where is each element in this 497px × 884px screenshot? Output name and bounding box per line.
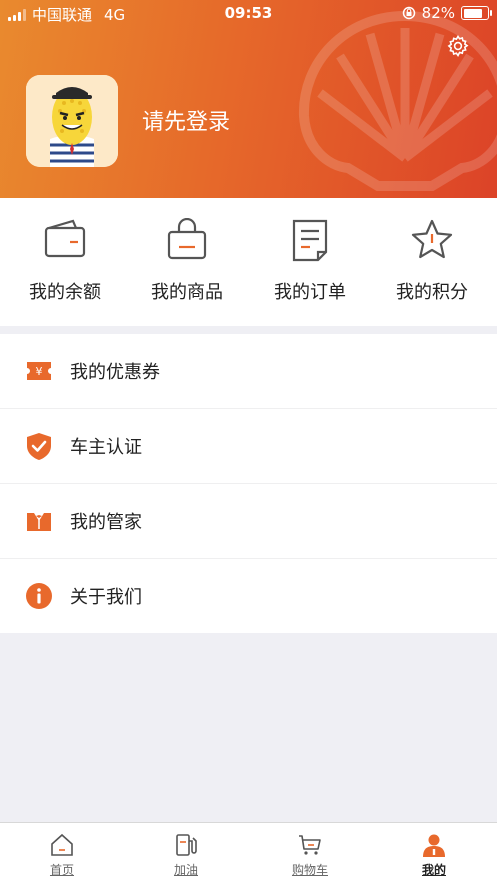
- quick-action-label: 我的余额: [29, 282, 101, 303]
- battery-icon: [461, 6, 492, 20]
- info-icon: [26, 583, 52, 609]
- mascot-avatar-image: [26, 75, 118, 167]
- star-icon: [411, 219, 453, 259]
- menu-item-label: 关于我们: [70, 587, 142, 608]
- menu-item-label: 车主认证: [70, 437, 142, 458]
- tab-label: 购物车: [291, 863, 328, 877]
- coupon-icon: ¥: [27, 362, 51, 380]
- menu-item-butler[interactable]: 我的管家: [0, 484, 497, 559]
- profile-icon: [423, 834, 445, 857]
- quick-action-orders[interactable]: 我的订单: [248, 198, 372, 326]
- butler-icon: [27, 513, 51, 531]
- home-icon: [51, 833, 73, 856]
- gear-icon[interactable]: [446, 34, 470, 58]
- tab-profile[interactable]: 我的: [372, 823, 496, 884]
- tab-fuel[interactable]: 加油: [124, 823, 248, 884]
- cart-icon: [299, 835, 321, 855]
- quick-action-label: 我的商品: [151, 282, 223, 303]
- tab-cart[interactable]: 购物车: [248, 823, 372, 884]
- tab-bar: 首页 加油 购物车 我的: [0, 822, 497, 884]
- menu-item-coupons[interactable]: ¥ 我的优惠券: [0, 334, 497, 409]
- profile-header: 中国联通 4G 09:53 82% 请先登录: [0, 0, 497, 198]
- quick-action-points[interactable]: 我的积分: [370, 198, 494, 326]
- quick-action-balance[interactable]: 我的余额: [3, 198, 127, 326]
- tab-home[interactable]: 首页: [0, 823, 124, 884]
- quick-action-label: 我的订单: [274, 282, 346, 303]
- tab-label: 我的: [421, 863, 446, 877]
- order-document-icon: [292, 219, 328, 262]
- login-prompt[interactable]: 请先登录: [142, 104, 230, 136]
- shield-check-icon: [27, 433, 51, 460]
- wallet-icon: [44, 219, 86, 258]
- rotation-lock-icon: [402, 6, 415, 20]
- tab-label: 加油: [173, 863, 198, 877]
- shopping-bag-icon: [167, 218, 207, 260]
- tab-label: 首页: [49, 863, 74, 877]
- avatar[interactable]: [26, 75, 118, 167]
- status-bar: 中国联通 4G 09:53 82%: [0, 0, 497, 26]
- fuel-pump-icon: [176, 834, 197, 856]
- quick-action-label: 我的积分: [396, 282, 468, 303]
- battery-percent: 82%: [421, 4, 455, 22]
- menu-item-label: 我的管家: [70, 512, 142, 533]
- menu-item-label: 我的优惠券: [70, 362, 160, 383]
- menu-list: ¥ 我的优惠券 车主认证 我的管家 关于我们: [0, 334, 497, 633]
- menu-item-owner-verification[interactable]: 车主认证: [0, 409, 497, 484]
- svg-text:¥: ¥: [36, 365, 43, 378]
- menu-item-about[interactable]: 关于我们: [0, 559, 497, 633]
- quick-action-products[interactable]: 我的商品: [125, 198, 249, 326]
- quick-actions: 我的余额 我的商品 我的订单 我的积分: [0, 198, 497, 326]
